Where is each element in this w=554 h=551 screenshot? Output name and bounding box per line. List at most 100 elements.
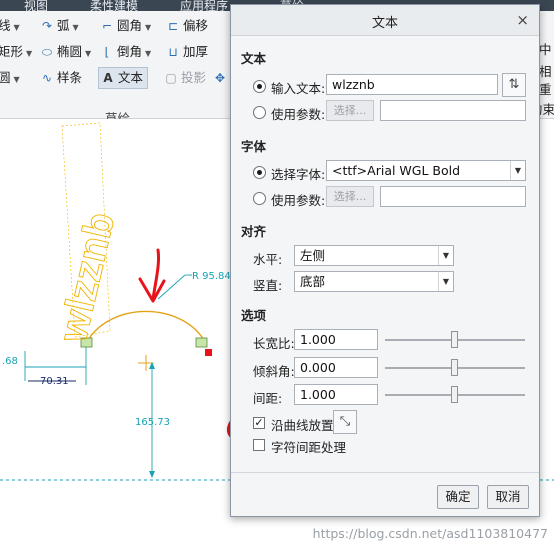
sketch-arc: [85, 310, 207, 345]
arc-end-marker: [195, 337, 208, 348]
thicken-button[interactable]: ⊔ 加厚: [166, 42, 208, 62]
text-button[interactable]: A 文本: [98, 67, 149, 89]
fillet-label: 圆角: [117, 18, 143, 33]
ellipse-label: 椭圆: [57, 44, 83, 59]
vertical-align-value: 底部: [300, 274, 326, 289]
ellipse-icon: ⬭: [41, 45, 53, 59]
section-text: 文本: [241, 51, 267, 66]
arc-label: 弧: [57, 18, 70, 33]
circle-label: 圆: [0, 70, 11, 85]
chevron-down-icon[interactable]: ▼: [510, 161, 525, 180]
text-param-field[interactable]: [380, 100, 526, 121]
slider-thumb[interactable]: [451, 331, 458, 348]
text-param-select-button[interactable]: 选择...: [326, 100, 374, 121]
tab-view[interactable]: 视图: [24, 0, 48, 11]
along-curve-checkbox[interactable]: ✓: [253, 417, 265, 429]
text-symbol-icon[interactable]: ⇅: [502, 73, 526, 97]
font-param-radio[interactable]: [253, 192, 266, 205]
dialog-title-bar: 文本 ×: [231, 5, 539, 36]
project-button[interactable]: ▢ 投影: [164, 68, 206, 88]
tab-applications[interactable]: 应用程序: [180, 0, 228, 11]
chamfer-button[interactable]: ⌊ 倒角 ▼: [100, 42, 152, 62]
select-font-radio[interactable]: [253, 166, 266, 179]
vertical-align-select[interactable]: 底部 ▼: [294, 271, 454, 292]
aspect-ratio-label: 长宽比:: [253, 336, 295, 351]
slant-angle-input[interactable]: 0.000: [294, 357, 378, 378]
chamfer-label: 倒角: [117, 44, 143, 59]
sketch-text: wlzznb: [51, 208, 124, 347]
slant-angle-slider[interactable]: [385, 357, 525, 379]
left-dim: .68: [2, 356, 18, 367]
flip-icon[interactable]: ⤡: [333, 410, 357, 434]
project-label: 投影: [181, 70, 207, 85]
watermark: https://blog.csdn.net/asd1103810477: [312, 526, 548, 541]
text-param-radio[interactable]: [253, 106, 266, 119]
close-icon[interactable]: ×: [516, 11, 529, 29]
spacing-label: 间距:: [253, 391, 283, 406]
arc-button[interactable]: ↷ 弧 ▼: [40, 16, 79, 36]
dialog-footer-divider: [231, 472, 539, 473]
aspect-ratio-slider[interactable]: [385, 329, 525, 351]
slider-thumb[interactable]: [451, 386, 458, 403]
spline-icon: ∿: [41, 71, 53, 85]
line-button[interactable]: 线 ▼: [0, 16, 20, 36]
radius-dim: R 95.84: [192, 271, 231, 282]
spline-button[interactable]: ∿ 样条: [40, 68, 82, 88]
ellipse-button[interactable]: ⬭ 椭圆 ▼: [40, 42, 91, 62]
kerning-checkbox[interactable]: [253, 439, 265, 451]
ribbon-right-label[interactable]: 相: [539, 61, 552, 80]
horizontal-align-value: 左侧: [300, 248, 326, 263]
chevron-down-icon[interactable]: ▼: [438, 246, 453, 265]
font-select[interactable]: <ttf>Arial WGL Bold ▼: [326, 160, 526, 181]
slant-angle-label: 倾斜角:: [253, 364, 295, 379]
input-text-radio[interactable]: [253, 80, 266, 93]
horizontal-dim: 70.31: [40, 376, 69, 387]
vertical-dim: 165.73: [135, 417, 170, 428]
chevron-down-icon[interactable]: ▼: [14, 23, 20, 32]
kerning-label: 字符间距处理: [271, 440, 347, 455]
spacing-slider[interactable]: [385, 384, 525, 406]
slider-thumb[interactable]: [451, 359, 458, 376]
fillet-button[interactable]: ⌐ 圆角 ▼: [100, 16, 151, 36]
fillet-icon: ⌐: [101, 19, 113, 33]
chevron-down-icon[interactable]: ▼: [145, 23, 151, 32]
chevron-down-icon[interactable]: ▼: [26, 49, 32, 58]
aspect-ratio-input[interactable]: 1.000: [294, 329, 378, 350]
selection-marker: [205, 349, 212, 356]
offset-icon: ⊏: [167, 19, 179, 33]
rectangle-label: 矩形: [0, 44, 24, 59]
thicken-icon: ⊔: [168, 45, 178, 59]
rectangle-button[interactable]: 矩形 ▼: [0, 42, 32, 62]
spacing-input[interactable]: 1.000: [294, 384, 378, 405]
cancel-button[interactable]: 取消: [487, 485, 529, 509]
project-icon: ▢: [165, 71, 177, 85]
text-input[interactable]: wlzznb: [326, 74, 498, 95]
text-param-label: 使用参数:: [271, 107, 326, 122]
chevron-down-icon[interactable]: ▼: [73, 23, 79, 32]
horizontal-align-select[interactable]: 左侧 ▼: [294, 245, 454, 266]
font-select-value: <ttf>Arial WGL Bold: [332, 163, 461, 178]
circle-button[interactable]: 圆 ▼: [0, 68, 20, 88]
spline-label: 样条: [57, 70, 83, 85]
ribbon-right-label[interactable]: 中: [539, 39, 552, 58]
ribbon-right-label[interactable]: 重: [539, 79, 552, 98]
tab-flexible-modeling[interactable]: 柔性建模: [90, 0, 138, 11]
text-label: 文本: [118, 70, 144, 85]
chevron-down-icon[interactable]: ▼: [438, 272, 453, 291]
offset-button[interactable]: ⊏ 偏移: [166, 16, 208, 36]
chevron-down-icon[interactable]: ▼: [85, 49, 91, 58]
font-param-select-button[interactable]: 选择...: [326, 186, 374, 207]
chevron-down-icon[interactable]: ▼: [14, 75, 20, 84]
sketch-text-group: wlzznb: [50, 208, 124, 348]
ok-button[interactable]: 确定: [437, 485, 479, 509]
text-icon: A: [103, 71, 113, 85]
arc-icon: ↷: [41, 19, 53, 33]
move-icon[interactable]: ✥: [213, 68, 230, 88]
select-font-label: 选择字体:: [271, 167, 326, 182]
chevron-down-icon[interactable]: ▼: [145, 49, 151, 58]
font-param-field[interactable]: [380, 186, 526, 207]
chamfer-icon: ⌊: [104, 45, 110, 59]
dialog-title: 文本: [371, 16, 398, 31]
section-options: 选项: [241, 308, 267, 323]
input-text-label: 输入文本:: [271, 81, 326, 96]
